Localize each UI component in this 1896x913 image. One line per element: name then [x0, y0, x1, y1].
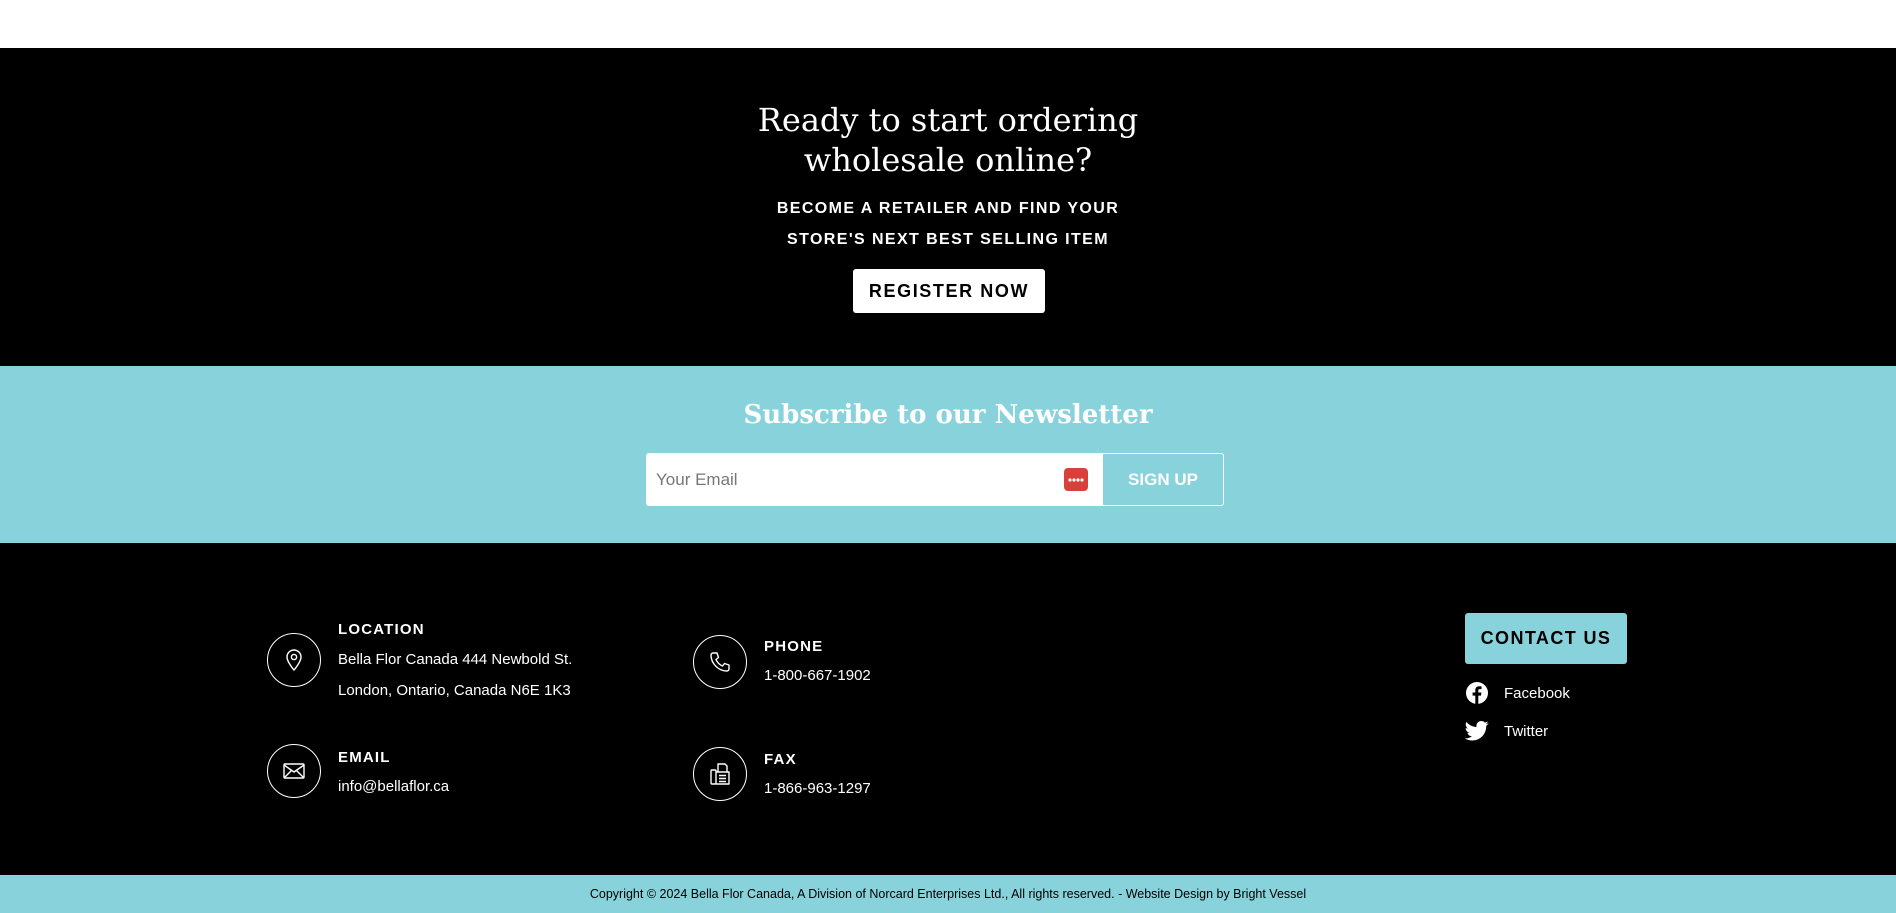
email-input[interactable] [646, 453, 1102, 506]
fax-icon [693, 747, 747, 801]
email-field-wrapper [646, 453, 1102, 506]
phone-number[interactable]: 1-800-667-1902 [764, 660, 871, 691]
sign-up-button[interactable]: SIGN UP [1102, 453, 1224, 506]
twitter-link[interactable]: Twitter [1465, 719, 1548, 743]
fax-number: 1-866-963-1297 [764, 780, 871, 797]
cta-section: Ready to start ordering wholesale online… [0, 48, 1896, 366]
phone-icon [693, 635, 747, 689]
map-pin-icon [267, 633, 321, 687]
newsletter-title: Subscribe to our Newsletter [743, 400, 1153, 430]
twitter-label: Twitter [1504, 722, 1549, 740]
location-line-1: Bella Flor Canada 444 Newbold St. [338, 651, 573, 668]
phone-heading: PHONE [764, 638, 824, 655]
top-whitespace [0, 0, 1896, 48]
cta-subtitle: BECOME A RETAILER AND FIND YOUR STORE'S … [776, 200, 1120, 248]
footer: LOCATION Bella Flor Canada 444 Newbold S… [0, 543, 1896, 875]
fax-heading: FAX [764, 751, 797, 768]
cta-title: Ready to start ordering wholesale online… [757, 101, 1139, 179]
twitter-icon [1465, 719, 1489, 743]
contact-us-button[interactable]: CONTACT US [1465, 613, 1627, 664]
password-manager-icon[interactable] [1064, 468, 1088, 491]
copyright-bar: Copyright © 2024 Bella Flor Canada, A Di… [0, 875, 1896, 913]
newsletter-section: Subscribe to our Newsletter SIGN UP [0, 366, 1896, 543]
location-line-2: London, Ontario, Canada N6E 1K3 [338, 682, 571, 699]
email-address[interactable]: info@bellaflor.ca [338, 771, 449, 802]
location-heading: LOCATION [338, 621, 425, 638]
facebook-icon [1465, 681, 1489, 705]
facebook-link[interactable]: Facebook [1465, 681, 1570, 705]
email-heading: EMAIL [338, 749, 391, 766]
facebook-label: Facebook [1504, 684, 1570, 702]
envelope-icon [267, 744, 321, 798]
register-now-button[interactable]: REGISTER NOW [853, 269, 1045, 313]
